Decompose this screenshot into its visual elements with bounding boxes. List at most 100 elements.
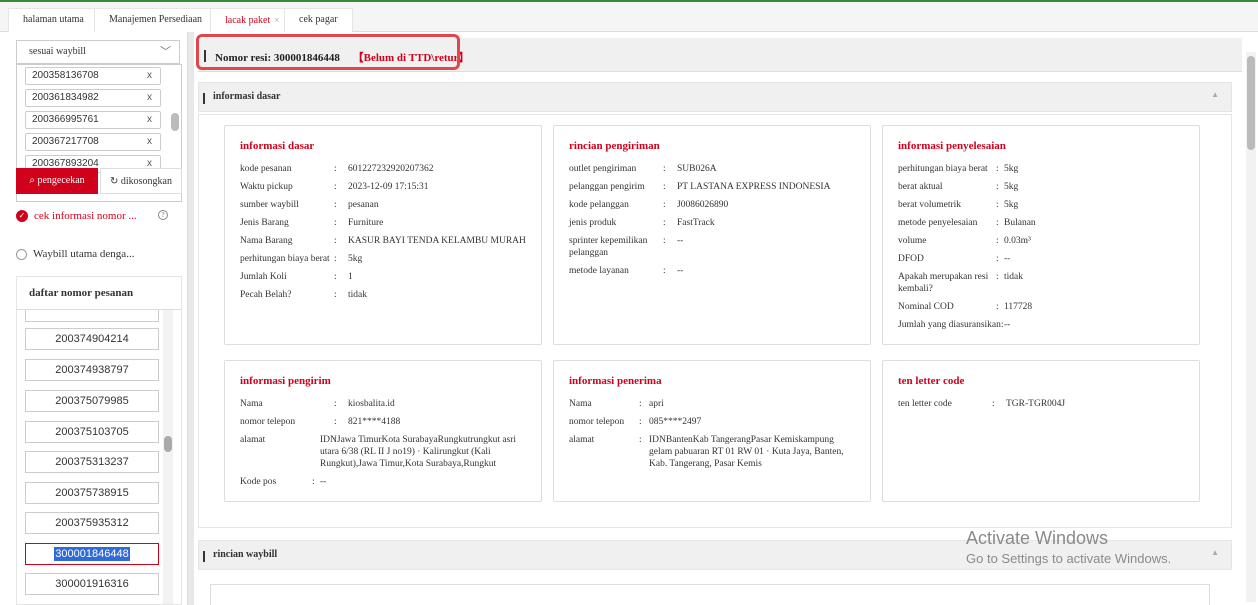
clear-button[interactable]: ↻ dikosongkan: [100, 168, 182, 194]
option-check-info[interactable]: ✓ cek informasi nomor ... ?: [16, 210, 168, 223]
close-icon[interactable]: x: [147, 90, 152, 106]
waybill-detail-card: [210, 584, 1210, 605]
row-label: berat aktual: [898, 182, 943, 192]
scrollbar[interactable]: [163, 310, 173, 604]
list-item[interactable]: 300001916316: [25, 573, 159, 595]
section-marker: [203, 93, 205, 104]
card-title: informasi penerima: [569, 375, 662, 387]
close-icon[interactable]: x: [147, 68, 152, 84]
refresh-icon: ↻: [110, 176, 121, 187]
search-button[interactable]: ⌕ pengecekan: [16, 168, 98, 194]
row-value: --: [677, 236, 684, 246]
row-label: ten letter code: [898, 399, 952, 409]
row-value: 5kg: [1004, 200, 1019, 210]
row-label: sumber waybill: [240, 200, 299, 210]
tab-manajemen-persediaan[interactable]: Manajemen Persediaan: [94, 8, 218, 34]
row-label: kode pelanggan: [569, 200, 629, 210]
list-item[interactable]: 200374904214: [25, 328, 159, 350]
row-separator: :: [996, 302, 999, 312]
list-item[interactable]: 200375935312: [25, 512, 159, 534]
waybill-tag-text: 200361834982: [32, 92, 99, 103]
row-separator: :: [996, 254, 999, 264]
row-value: 601227232920207362: [348, 164, 434, 174]
clear-button-label: dikosongkan: [120, 176, 172, 187]
row-value: 5kg: [1004, 164, 1019, 174]
row-separator: :: [639, 435, 642, 445]
close-icon[interactable]: x: [147, 134, 152, 150]
tab-bar: halaman utama Manajemen Persediaan lacak…: [0, 0, 1258, 34]
list-item[interactable]: [25, 310, 159, 322]
row-separator: :: [312, 477, 315, 487]
scrollbar-thumb[interactable]: [1247, 56, 1255, 150]
row-value: pesanan: [348, 200, 379, 210]
row-label: Nominal COD: [898, 302, 954, 312]
card-title: rincian pengiriman: [569, 140, 660, 152]
close-icon[interactable]: x: [147, 112, 152, 128]
row-separator: :: [334, 182, 337, 192]
row-label: Pecah Belah?: [240, 290, 292, 300]
row-separator: :: [992, 399, 995, 409]
row-label: metode layanan: [569, 266, 629, 276]
row-value: 5kg: [1004, 182, 1019, 192]
row-label: berat volumetrik: [898, 200, 962, 210]
waybill-tag: 200366995761 x: [25, 111, 161, 129]
row-label: Jumlah yang diasuransikan:: [898, 320, 1004, 330]
section-body-basic: informasi dasar kode pesanan: 60122723292…: [198, 114, 1232, 528]
row-separator: :: [334, 417, 337, 427]
row-separator: :: [334, 254, 337, 264]
card-shipping-details: rincian pengiriman outlet pengiriman: SUB…: [553, 125, 871, 345]
tab-label: Manajemen Persediaan: [109, 14, 203, 25]
row-separator: :: [996, 182, 999, 192]
row-separator: :: [996, 164, 999, 174]
card-receiver-info: informasi penerima Nama: apri nomor telep…: [553, 360, 871, 502]
search-mode-value: sesuai waybill: [29, 46, 86, 57]
row-label: volume: [898, 236, 927, 246]
tab-lacak-paket[interactable]: lacak paket ×: [210, 8, 295, 34]
list-item[interactable]: 200375103705: [25, 421, 159, 443]
row-separator: :: [996, 236, 999, 246]
collapse-icon[interactable]: ▲: [1211, 90, 1219, 99]
help-icon[interactable]: ?: [158, 210, 168, 220]
list-item-selected[interactable]: 300001846448: [25, 543, 159, 565]
row-separator: :: [334, 164, 337, 174]
scrollbar[interactable]: [1246, 52, 1256, 602]
row-separator: :: [334, 272, 337, 282]
option-main-label: Waybill utama denga...: [33, 248, 135, 260]
section-header-basic[interactable]: informasi dasar ▲: [198, 82, 1232, 112]
collapse-icon[interactable]: ▲: [1211, 548, 1219, 557]
option-check-label: cek informasi nomor ...: [34, 210, 137, 222]
list-item[interactable]: 200374938797: [25, 359, 159, 381]
waybill-tag-text: 200367217708: [32, 136, 99, 147]
row-value: Furniture: [348, 218, 384, 228]
row-value: IDNJawa TimurKota SurabayaRungkutrungkut…: [320, 435, 517, 469]
waybill-tag: 200367217708 x: [25, 133, 161, 151]
row-label: perhitungan biaya berat: [898, 164, 988, 174]
close-icon[interactable]: ×: [274, 15, 279, 25]
scrollbar-thumb[interactable]: [164, 436, 172, 452]
card-title: informasi dasar: [240, 140, 315, 152]
search-button-label: pengecekan: [37, 175, 85, 186]
row-separator: :: [334, 200, 337, 210]
row-separator: :: [663, 236, 666, 246]
row-label: Apakah merupakan resi kembali?: [898, 272, 989, 294]
tab-cek-pagar[interactable]: cek pagar: [284, 8, 353, 34]
scrollbar-thumb[interactable]: [171, 113, 179, 131]
row-value: --: [320, 477, 327, 487]
list-item[interactable]: 200375313237: [25, 451, 159, 473]
row-separator: :: [663, 218, 666, 228]
tab-label: lacak paket: [225, 15, 271, 26]
card-title: informasi penyelesaian: [898, 140, 1006, 152]
row-value: FastTrack: [677, 218, 715, 228]
sidebar: sesuai waybill ﹀ 200358136708 x 200361834…: [0, 32, 188, 605]
search-mode-select[interactable]: sesuai waybill ﹀: [16, 40, 180, 64]
row-value: SUB026A: [677, 164, 717, 174]
list-item[interactable]: 200375738915: [25, 482, 159, 504]
row-separator: :: [663, 200, 666, 210]
section-title: rincian waybill: [213, 549, 278, 560]
tab-label: halaman utama: [23, 14, 84, 25]
card-title: informasi pengirim: [240, 375, 331, 387]
tab-halaman-utama[interactable]: halaman utama: [8, 8, 99, 34]
row-separator: :: [639, 417, 642, 427]
option-main-waybill[interactable]: Waybill utama denga...: [16, 248, 134, 260]
list-item[interactable]: 200375079985: [25, 390, 159, 412]
